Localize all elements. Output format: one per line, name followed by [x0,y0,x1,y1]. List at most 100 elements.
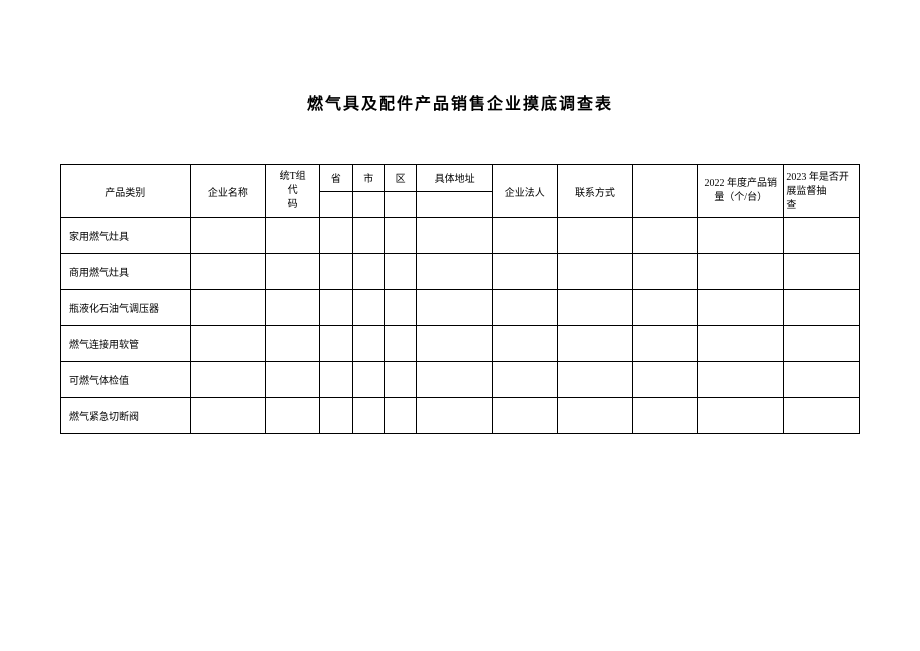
row-label: 家用燃气灶具 [61,218,191,254]
cell [417,326,493,362]
header-code: 统T组 代 码 [266,165,320,218]
cell [266,362,320,398]
cell [384,326,416,362]
cell [633,254,698,290]
cell [352,254,384,290]
header-address: 具体地址 [417,165,493,192]
table-row: 燃气紧急切断阀 [61,398,860,434]
header-inspect-line3: 查 [786,199,857,213]
cell [417,218,493,254]
cell [492,326,557,362]
cell [698,290,784,326]
cell [417,254,493,290]
cell [492,290,557,326]
table-row: 家用燃气灶具 [61,218,860,254]
cell [784,398,860,434]
cell [633,290,698,326]
header-district-sub [384,191,416,218]
cell [698,218,784,254]
header-sales: 2022 年度产品销 量（个/台） [698,165,784,218]
cell [384,362,416,398]
cell [784,218,860,254]
cell [190,362,266,398]
cell [352,362,384,398]
cell [698,362,784,398]
table-row: 燃气连接用软管 [61,326,860,362]
cell [417,290,493,326]
cell [352,218,384,254]
cell [266,398,320,434]
cell [266,254,320,290]
cell [633,398,698,434]
header-city-sub [352,191,384,218]
header-legal-person: 企业法人 [492,165,557,218]
cell [492,398,557,434]
cell [352,398,384,434]
table-row: 商用燃气灶具 [61,254,860,290]
document-title: 燃气具及配件产品销售企业摸底调查表 [60,90,860,114]
cell [190,254,266,290]
row-label: 瓶液化石油气调压器 [61,290,191,326]
cell [698,398,784,434]
cell [190,218,266,254]
table-row: 瓶液化石油气调压器 [61,290,860,326]
cell [633,218,698,254]
header-inspect: 2023 年是否开 展监督抽 查 [784,165,860,218]
cell [698,326,784,362]
row-label: 燃气紧急切断阀 [61,398,191,434]
cell [320,398,352,434]
header-sales-line1: 2022 年度产品销 [700,177,781,191]
header-inspect-line2: 展监督抽 [786,185,857,199]
row-label: 可燃气体检值 [61,362,191,398]
cell [557,254,633,290]
header-city: 市 [352,165,384,192]
cell [352,326,384,362]
cell [557,290,633,326]
table-row: 可燃气体检值 [61,362,860,398]
header-sales-line2: 量（个/台） [700,191,781,205]
header-contact: 联系方式 [557,165,633,218]
cell [492,218,557,254]
cell [784,254,860,290]
header-code-line1: 统T组 [268,170,317,184]
header-province-sub [320,191,352,218]
cell [784,326,860,362]
cell [320,290,352,326]
cell [384,254,416,290]
survey-table: 产品类别 企业名称 统T组 代 码 省 市 区 具体地址 企业法人 联系方式 2… [60,164,860,434]
cell [557,218,633,254]
cell [352,290,384,326]
cell [557,398,633,434]
cell [320,326,352,362]
cell [492,254,557,290]
cell [320,362,352,398]
header-blank [633,165,698,218]
cell [492,362,557,398]
cell [557,362,633,398]
cell [266,290,320,326]
header-code-line2: 代 [268,184,317,198]
header-inspect-line1: 2023 年是否开 [786,171,857,185]
cell [384,290,416,326]
header-province: 省 [320,165,352,192]
header-district: 区 [384,165,416,192]
cell [784,290,860,326]
header-category: 产品类别 [61,165,191,218]
header-code-line3: 码 [268,198,317,212]
cell [557,326,633,362]
header-company-name: 企业名称 [190,165,266,218]
cell [190,398,266,434]
cell [633,326,698,362]
cell [190,326,266,362]
cell [417,362,493,398]
row-label: 商用燃气灶具 [61,254,191,290]
cell [698,254,784,290]
cell [190,290,266,326]
row-label: 燃气连接用软管 [61,326,191,362]
cell [384,398,416,434]
cell [417,398,493,434]
header-address-sub [417,191,493,218]
cell [633,362,698,398]
cell [320,254,352,290]
cell [384,218,416,254]
